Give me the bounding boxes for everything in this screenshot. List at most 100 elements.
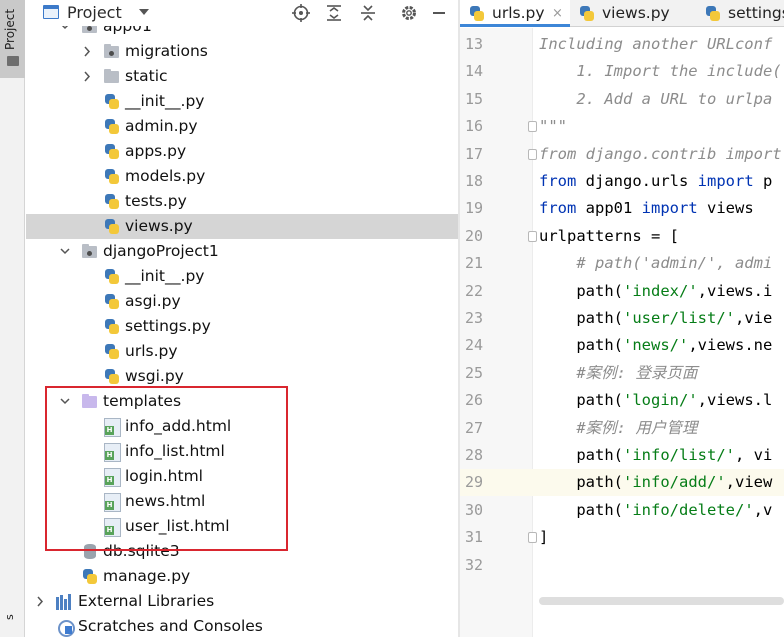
code-line[interactable]: path('info/add/',view	[539, 469, 784, 496]
tree-item[interactable]: migrations	[26, 39, 458, 64]
project-panel-header: Project	[26, 0, 458, 26]
editor-tab-label: views.py	[602, 4, 670, 22]
line-number: 28	[464, 446, 483, 464]
tree-item[interactable]: templates	[26, 389, 458, 414]
minimize-icon[interactable]	[429, 3, 449, 23]
code-token: #案例: 用户管理	[539, 418, 698, 437]
tree-item[interactable]: External Libraries	[26, 589, 458, 614]
tree-item[interactable]: __init__.py	[26, 89, 458, 114]
line-number: 24	[464, 336, 483, 355]
tree-item[interactable]: wsgi.py	[26, 364, 458, 389]
tree-item[interactable]: Scratches and Consoles	[26, 614, 458, 637]
tree-item-label: External Libraries	[78, 592, 215, 610]
code-line[interactable]: 1. Import the include(	[539, 58, 784, 85]
code-token: path(	[539, 309, 623, 327]
editor-tab[interactable]: settings	[696, 0, 784, 27]
fold-marker-icon[interactable]	[528, 148, 537, 160]
chevron-down-icon[interactable]	[58, 239, 72, 264]
tree-item[interactable]: __init__.py	[26, 264, 458, 289]
horizontal-scrollbar[interactable]	[539, 597, 784, 605]
code-line[interactable]: urlpatterns = [	[539, 223, 784, 250]
line-number: 25	[464, 363, 483, 382]
tree-item[interactable]: Hinfo_list.html	[26, 439, 458, 464]
html-file-icon: H	[103, 443, 121, 462]
tree-item[interactable]: Hlogin.html	[26, 464, 458, 489]
chevron-right-icon[interactable]	[80, 64, 94, 89]
code-line[interactable]: # path('admin/', admi	[539, 250, 784, 277]
tree-item[interactable]: static	[26, 64, 458, 89]
tree-item[interactable]: db.sqlite3	[26, 539, 458, 564]
line-number: 13	[464, 35, 483, 53]
tree-item[interactable]: admin.py	[26, 114, 458, 139]
tree-item[interactable]: Hnews.html	[26, 489, 458, 514]
python-file-icon	[578, 5, 595, 22]
code-line[interactable]: path('info/list/', vi	[539, 442, 784, 469]
html-file-icon: H	[103, 418, 121, 437]
code-line[interactable]: path('user/list/',vie	[539, 305, 784, 332]
tree-item[interactable]: views.py	[26, 214, 458, 239]
code-token: p	[753, 172, 773, 190]
tree-item[interactable]: djangoProject1	[26, 239, 458, 264]
code-line[interactable]: path('news/',views.ne	[539, 332, 784, 359]
code-line[interactable]: path('index/',views.i	[539, 278, 784, 305]
code-line[interactable]: 2. Add a URL to urlpa	[539, 86, 784, 113]
tree-item-label: Scratches and Consoles	[78, 617, 263, 635]
code-line[interactable]: from app01 import views	[539, 195, 784, 222]
code-token: 'user/list/'	[623, 309, 735, 327]
code-line[interactable]: #案例: 用户管理	[539, 415, 784, 442]
chevron-down-icon[interactable]	[58, 26, 72, 39]
fold-marker-icon[interactable]	[528, 230, 537, 242]
tree-item[interactable]: urls.py	[26, 339, 458, 364]
code-line[interactable]: ]	[539, 524, 784, 551]
tree-item[interactable]: manage.py	[26, 564, 458, 589]
tree-item[interactable]: settings.py	[26, 314, 458, 339]
locate-icon[interactable]	[291, 3, 311, 23]
collapse-all-icon[interactable]	[358, 3, 378, 23]
expand-all-icon[interactable]	[324, 3, 344, 23]
code-line[interactable]: path('info/delete/',v	[539, 497, 784, 524]
project-panel-title[interactable]: Project	[67, 3, 122, 22]
line-number: 32	[464, 555, 483, 574]
chevron-right-icon[interactable]	[33, 589, 47, 614]
tree-item[interactable]: tests.py	[26, 189, 458, 214]
code-token: from	[539, 199, 577, 218]
gutter-divider	[532, 28, 533, 637]
tree-item-label: asgi.py	[125, 292, 181, 310]
tree-item[interactable]: asgi.py	[26, 289, 458, 314]
close-icon[interactable]: ×	[552, 0, 563, 27]
line-number: 31	[464, 528, 483, 547]
database-icon	[81, 543, 98, 560]
tree-item-label: settings.py	[125, 317, 211, 335]
editor-tab[interactable]: views.py×	[570, 0, 696, 27]
chevron-down-icon[interactable]	[139, 9, 149, 15]
line-number: 29	[464, 473, 483, 492]
tree-item[interactable]: apps.py	[26, 139, 458, 164]
editor-tab[interactable]: urls.py ×	[460, 0, 570, 27]
tree-item[interactable]: Hinfo_add.html	[26, 414, 458, 439]
chevron-down-icon[interactable]	[58, 389, 72, 414]
structure-tool-tab-label[interactable]: s	[3, 614, 16, 620]
code-line[interactable]: path('login/',views.l	[539, 387, 784, 414]
fold-marker-icon[interactable]	[528, 532, 537, 544]
code-line[interactable]	[539, 552, 784, 579]
code-token: # path('admin/', admi	[539, 254, 773, 273]
tree-item[interactable]: Huser_list.html	[26, 514, 458, 539]
fold-marker-icon[interactable]	[528, 121, 537, 133]
code-line[interactable]: from django.contrib import	[539, 141, 784, 168]
code-line[interactable]: """	[539, 113, 784, 140]
tree-item[interactable]: app01	[26, 26, 458, 39]
code-line[interactable]: #案例: 登录页面	[539, 360, 784, 387]
code-line[interactable]: from django.urls import p	[539, 168, 784, 195]
tree-item[interactable]: models.py	[26, 164, 458, 189]
code-token: ,v	[753, 500, 773, 519]
project-tool-tab[interactable]: Project	[0, 0, 25, 78]
code-token: path(	[539, 473, 623, 492]
code-line[interactable]: Including another URLconf	[539, 31, 784, 58]
tree-item-label: news.html	[125, 492, 206, 510]
tree-item-label: tests.py	[125, 192, 187, 210]
tree-item-label: apps.py	[125, 142, 187, 160]
libraries-icon	[56, 593, 73, 610]
tree-item-label: info_add.html	[125, 417, 232, 435]
gear-icon[interactable]	[399, 3, 419, 23]
chevron-right-icon[interactable]	[80, 39, 94, 64]
